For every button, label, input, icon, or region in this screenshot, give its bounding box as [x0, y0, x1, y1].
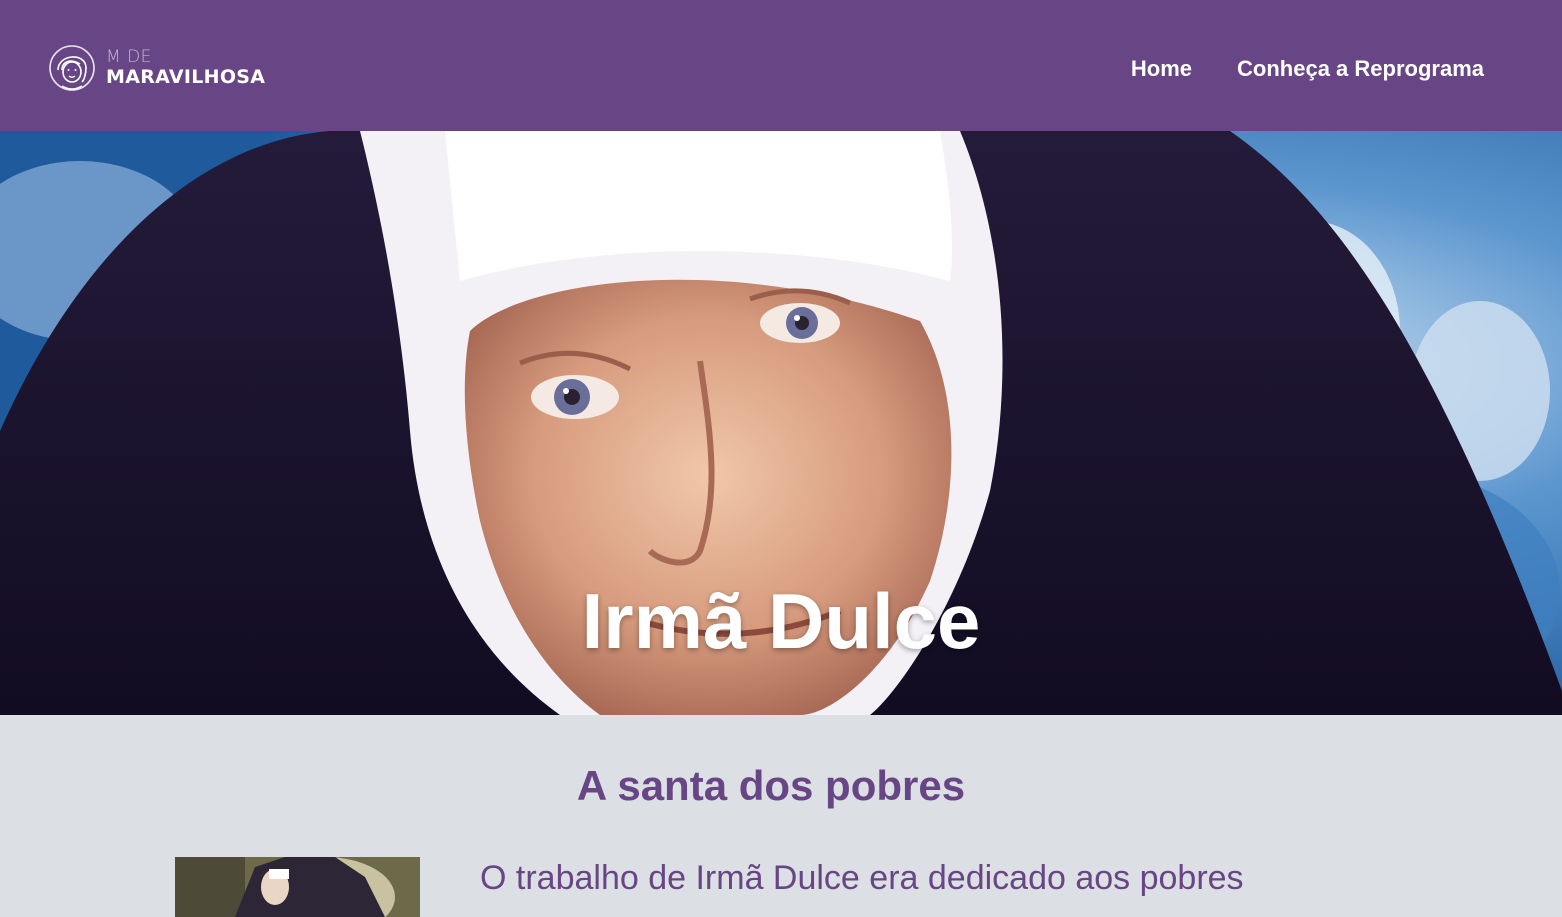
- nav-conheca-link[interactable]: Conheça a Reprograma: [1237, 56, 1484, 82]
- intro-paragraph: O trabalho de Irmã Dulce era dedicado ao…: [480, 859, 1244, 897]
- site-logo[interactable]: M DE MARAVILHOSA: [48, 40, 265, 96]
- main-nav: Home Conheça a Reprograma: [1131, 56, 1484, 82]
- nun-thumbnail-image: [175, 857, 420, 917]
- woman-face-icon: [49, 45, 95, 91]
- hero-title: Irmã Dulce: [581, 577, 981, 665]
- logo-big-text: MARAVILHOSA: [106, 66, 266, 88]
- navbar: M DE MARAVILHOSA Home Conheça a Reprogra…: [0, 0, 1562, 131]
- logo-wordmark: M DE MARAVILHOSA: [106, 49, 265, 87]
- hero-banner: Irmã Dulce: [0, 131, 1562, 715]
- section-title: A santa dos pobres: [576, 762, 966, 809]
- logo-small-text: M DE: [106, 47, 152, 67]
- nav-home-link[interactable]: Home: [1131, 56, 1192, 82]
